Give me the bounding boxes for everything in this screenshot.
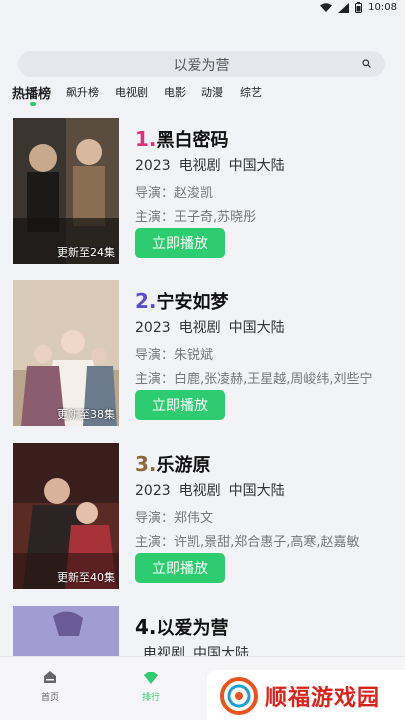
region: 中国大陆 (228, 483, 285, 499)
episode-badge: 更新至24集 (57, 246, 115, 259)
nav-rank-label: 排行 (141, 693, 160, 703)
watermark-text: 顺福游戏园 (265, 686, 381, 711)
item-meta: 2023 电视剧 中国大陆 (135, 480, 293, 500)
rank-number: 2. (135, 289, 157, 313)
cast-line: 主演：许凯,景甜,郑合惠子,高寒,赵嘉敏 (135, 535, 360, 550)
item-meta: 2023 电视剧 中国大陆 (135, 155, 293, 175)
cast-line: 主演：王子奇,苏晓彤 (135, 210, 257, 225)
nav-rank[interactable]: 排行 (121, 669, 181, 703)
rank-number: 1. (135, 127, 157, 151)
genre: 电视剧 (178, 483, 221, 499)
home-icon (44, 671, 56, 683)
rank-number: 3. (135, 452, 157, 476)
nav-home-label: 首页 (40, 693, 59, 703)
poster-image[interactable]: 更新至40集 (13, 443, 119, 589)
director: 朱锐斌 (174, 348, 214, 363)
director: 郑伟文 (174, 511, 214, 526)
region: 中国大陆 (228, 158, 285, 174)
title-text: 宁安如梦 (156, 292, 229, 313)
director-line: 导演：朱锐斌 (135, 348, 214, 363)
status-time: 10:08 (368, 2, 397, 13)
year: 2023 (135, 158, 171, 174)
episode-badge: 更新至40集 (57, 571, 115, 584)
genre: 电视剧 (178, 320, 221, 336)
status-bar: 10:08 (0, 0, 405, 18)
rank-icon (144, 672, 158, 684)
play-now-button[interactable]: 立即播放 (135, 390, 225, 420)
title-text: 乐游原 (156, 455, 211, 476)
episode-badge: 更新至38集 (57, 408, 115, 421)
item-meta: 2023 电视剧 中国大陆 (135, 317, 293, 337)
region: 中国大陆 (228, 320, 285, 336)
search-bar[interactable]: 以爱为营 (18, 51, 385, 77)
genre: 电视剧 (178, 158, 221, 174)
search-icon[interactable] (362, 59, 371, 68)
search-query: 以爱为营 (173, 58, 230, 74)
title-text: 黑白密码 (156, 130, 229, 151)
play-now-button[interactable]: 立即播放 (135, 228, 225, 258)
title-text: 以爱为营 (156, 618, 229, 639)
list-item[interactable]: 更新至24集 1.黑白密码 2023 电视剧 中国大陆 导演：赵浚凯 主演：王子奇,… (0, 118, 405, 266)
tab-rising[interactable]: 飙升榜 (66, 84, 99, 100)
item-title[interactable]: 1.黑白密码 (135, 126, 229, 152)
wifi-icon (320, 2, 333, 12)
tab-tv[interactable]: 电视剧 (115, 84, 148, 100)
cast: 白鹿,张凌赫,王星越,周峻纬,刘些宁 (174, 372, 373, 387)
cast-line: 主演：白鹿,张凌赫,王星越,周峻纬,刘些宁 (135, 372, 373, 387)
signal-icon (338, 2, 350, 13)
play-now-button[interactable]: 立即播放 (135, 553, 225, 583)
tab-movie[interactable]: 电影 (164, 84, 186, 100)
tab-active-indicator (30, 102, 36, 106)
poster-image[interactable]: 更新至38集 (13, 280, 119, 426)
cast: 王子奇,苏晓彤 (174, 210, 257, 225)
poster-image[interactable] (13, 606, 119, 656)
item-title[interactable]: 2.宁安如梦 (135, 288, 229, 314)
cast: 许凯,景甜,郑合惠子,高寒,赵嘉敏 (174, 535, 360, 550)
rank-number: 4. (135, 615, 157, 639)
tab-hot[interactable]: 热播榜 (12, 83, 51, 102)
year: 2023 (135, 483, 171, 499)
list-item[interactable]: 更新至38集 2.宁安如梦 2023 电视剧 中国大陆 导演：朱锐斌 主演：白鹿,张… (0, 280, 405, 428)
director-line: 导演：郑伟文 (135, 511, 214, 526)
year: 2023 (135, 320, 171, 336)
tab-anime[interactable]: 动漫 (201, 84, 223, 100)
list-item[interactable]: 更新至40集 3.乐游原 2023 电视剧 中国大陆 导演：郑伟文 主演：许凯,景甜… (0, 443, 405, 591)
item-title[interactable]: 4.以爱为营 (135, 614, 229, 640)
director-line: 导演：赵浚凯 (135, 186, 214, 201)
poster-image[interactable]: 更新至24集 (13, 118, 119, 264)
watermark-logo-icon (220, 677, 258, 715)
tab-variety[interactable]: 综艺 (240, 84, 262, 100)
item-title[interactable]: 3.乐游原 (135, 451, 211, 477)
battery-icon (355, 2, 363, 13)
status-icons: 10:08 (320, 2, 397, 13)
watermark: 顺福游戏园 (207, 670, 405, 720)
director: 赵浚凯 (174, 186, 214, 201)
nav-home[interactable]: 首页 (20, 669, 80, 703)
